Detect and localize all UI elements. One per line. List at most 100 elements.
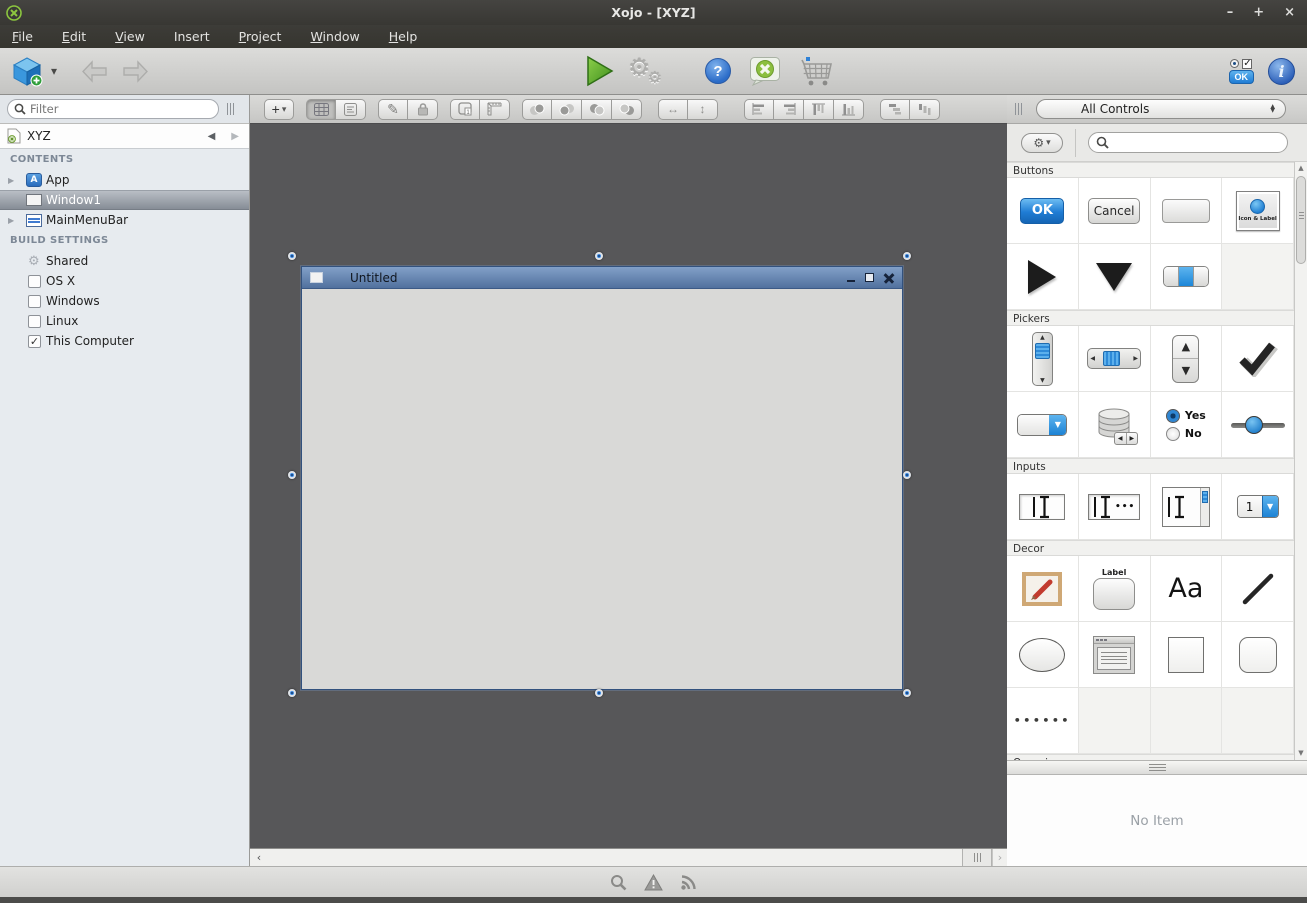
- maximize-button[interactable]: +: [1253, 6, 1264, 19]
- library-item-label-control[interactable]: Aa: [1151, 556, 1223, 622]
- menu-view[interactable]: View: [115, 29, 145, 44]
- library-item-password-field[interactable]: •••: [1079, 474, 1151, 540]
- library-item-bevel-button[interactable]: [1151, 178, 1223, 244]
- scroll-right-button[interactable]: ›: [992, 849, 1007, 866]
- design-window-titlebar[interactable]: Untitled: [302, 267, 902, 289]
- library-search-input[interactable]: [1113, 136, 1273, 149]
- ruler-button[interactable]: [480, 99, 510, 120]
- scroll-thumb[interactable]: [1296, 176, 1306, 264]
- library-item-checkbox-control[interactable]: [1222, 326, 1294, 392]
- library-item-slider-control[interactable]: [1222, 392, 1294, 458]
- library-item-vertical-scrollbar[interactable]: ▲▼: [1007, 326, 1079, 392]
- library-item-up-down-arrows[interactable]: ▲▼: [1151, 326, 1223, 392]
- filter-field[interactable]: [7, 99, 219, 119]
- code-view-button[interactable]: [336, 99, 366, 120]
- lock-button[interactable]: [408, 99, 438, 120]
- library-item-canvas-control[interactable]: [1007, 556, 1079, 622]
- disclosure-triangle-icon[interactable]: ▶: [8, 216, 14, 225]
- menu-window[interactable]: Window: [310, 29, 359, 44]
- build-settings-button[interactable]: ⚙⚙: [628, 55, 662, 87]
- forward-button[interactable]: [122, 60, 149, 83]
- navigator-item-linux[interactable]: Linux: [0, 311, 249, 331]
- menu-file[interactable]: File: [12, 29, 33, 44]
- align-top-button[interactable]: [804, 99, 834, 120]
- menu-project[interactable]: Project: [239, 29, 282, 44]
- title-bar[interactable]: Xojo - [XYZ] – + ×: [0, 0, 1307, 25]
- library-item-line-control[interactable]: [1222, 556, 1294, 622]
- disclosure-triangle-icon[interactable]: ▶: [8, 176, 14, 185]
- order-forward-button[interactable]: [552, 99, 582, 120]
- inspector-panel-button[interactable]: i: [1268, 58, 1295, 85]
- close-button[interactable]: ×: [1284, 6, 1295, 19]
- library-item-combo-box[interactable]: 1▼: [1222, 474, 1294, 540]
- checkbox-icon[interactable]: [28, 315, 41, 328]
- minimize-button[interactable]: –: [1227, 6, 1234, 19]
- scroll-up-button[interactable]: ▲: [1295, 162, 1307, 175]
- design-window[interactable]: Untitled: [301, 266, 903, 690]
- add-control-button[interactable]: +▾: [264, 99, 294, 120]
- navigator-item-shared[interactable]: ⚙Shared: [0, 251, 249, 271]
- align-right-button[interactable]: [774, 99, 804, 120]
- library-item-group-box[interactable]: Label: [1079, 556, 1151, 622]
- library-item-text-field[interactable]: [1007, 474, 1079, 540]
- library-item-oval-control[interactable]: [1007, 622, 1079, 688]
- scroll-track[interactable]: [268, 849, 962, 866]
- navigator-item-windows[interactable]: Windows: [0, 291, 249, 311]
- help-button[interactable]: ?: [705, 58, 731, 84]
- menu-help[interactable]: Help: [389, 29, 418, 44]
- warnings-icon[interactable]: [644, 874, 663, 891]
- order-back-button[interactable]: [612, 99, 642, 120]
- navigate-forward-button[interactable]: ▶: [231, 131, 239, 142]
- checkbox-icon[interactable]: ✓: [28, 335, 41, 348]
- library-item-icon-label-button[interactable]: Icon & Label: [1222, 178, 1294, 244]
- selection-handle[interactable]: [595, 252, 603, 260]
- library-item-data-control[interactable]: ◀▶: [1079, 392, 1151, 458]
- feedback-button[interactable]: [749, 56, 781, 86]
- library-item-text-area[interactable]: [1151, 474, 1223, 540]
- library-item-html-viewer[interactable]: [1079, 622, 1151, 688]
- library-item-popup-menu[interactable]: ▼: [1007, 392, 1079, 458]
- navigator-item-window1[interactable]: Window1: [0, 190, 249, 210]
- library-scope-select[interactable]: All Controls ▲▼: [1036, 99, 1286, 119]
- library-item-disclosure-triangle[interactable]: [1007, 244, 1079, 310]
- panel-splitter[interactable]: [1007, 760, 1307, 775]
- scroll-left-button[interactable]: ‹: [250, 849, 268, 866]
- search-results-icon[interactable]: [610, 874, 627, 891]
- layout-reference-button[interactable]: 1: [450, 99, 480, 120]
- library-settings-button[interactable]: ⚙▾: [1021, 133, 1063, 153]
- library-item-push-button-cancel[interactable]: Cancel: [1079, 178, 1151, 244]
- checkbox-icon[interactable]: [28, 275, 41, 288]
- panel-grip[interactable]: [1015, 103, 1022, 115]
- selection-handle[interactable]: [595, 689, 603, 697]
- insert-button[interactable]: [12, 56, 43, 87]
- selection-handle[interactable]: [288, 471, 296, 479]
- library-panel-button[interactable]: ✓ OK: [1229, 59, 1255, 84]
- library-item-separator-control[interactable]: ••••••: [1007, 688, 1079, 754]
- design-canvas[interactable]: Untitled: [250, 124, 1007, 848]
- selection-handle[interactable]: [903, 252, 911, 260]
- back-button[interactable]: [81, 60, 108, 83]
- same-width-button[interactable]: ↔: [658, 99, 688, 120]
- project-row[interactable]: XYZ ◀ ▶: [0, 124, 249, 149]
- order-backward-button[interactable]: [582, 99, 612, 120]
- run-button[interactable]: [585, 55, 615, 87]
- library-item-radio-button-group[interactable]: YesNo: [1151, 392, 1223, 458]
- space-horizontally-button[interactable]: [880, 99, 910, 120]
- selection-handle[interactable]: [288, 689, 296, 697]
- space-vertically-button[interactable]: [910, 99, 940, 120]
- library-item-push-button-default[interactable]: OK: [1007, 178, 1079, 244]
- buy-button[interactable]: [799, 55, 835, 87]
- navigate-back-button[interactable]: ◀: [208, 131, 216, 142]
- menu-insert[interactable]: Insert: [174, 29, 210, 44]
- library-item-popup-arrow[interactable]: [1079, 244, 1151, 310]
- navigator-item-os-x[interactable]: OS X: [0, 271, 249, 291]
- canvas-horizontal-scrollbar[interactable]: ‹ ›: [250, 848, 1007, 866]
- selection-handle[interactable]: [288, 252, 296, 260]
- library-item-segmented-control[interactable]: [1151, 244, 1223, 310]
- insert-menu-button[interactable]: ▾: [51, 64, 57, 78]
- selection-handle[interactable]: [903, 689, 911, 697]
- edit-mode-button[interactable]: ✎: [378, 99, 408, 120]
- same-height-button[interactable]: ↕: [688, 99, 718, 120]
- align-left-button[interactable]: [744, 99, 774, 120]
- library-item-horizontal-scrollbar[interactable]: ◀▶: [1079, 326, 1151, 392]
